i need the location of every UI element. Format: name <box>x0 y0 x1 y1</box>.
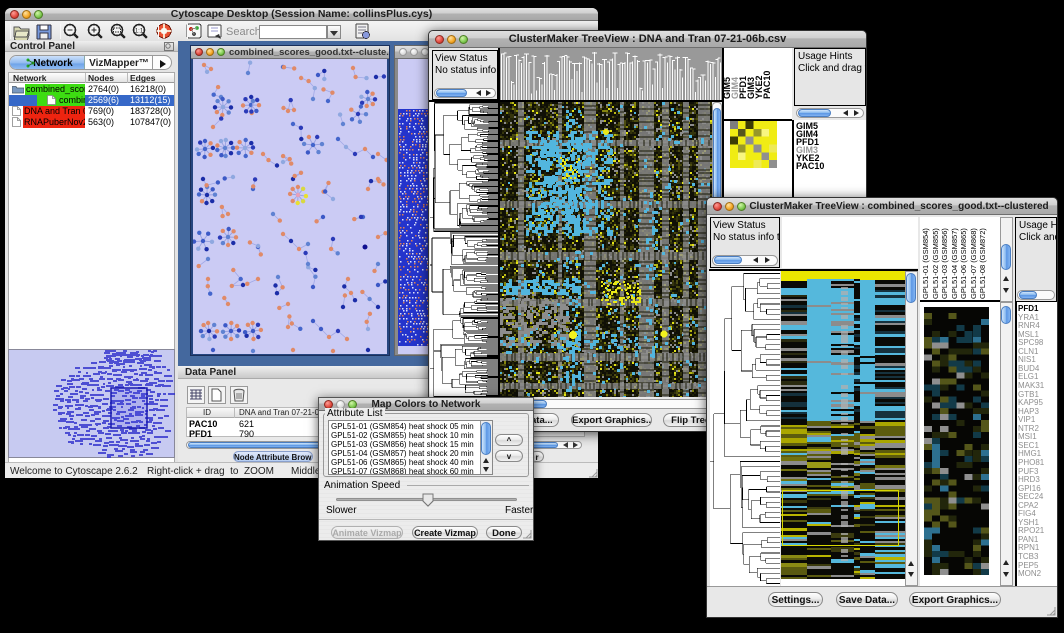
svg-text:1:1: 1:1 <box>135 29 144 35</box>
